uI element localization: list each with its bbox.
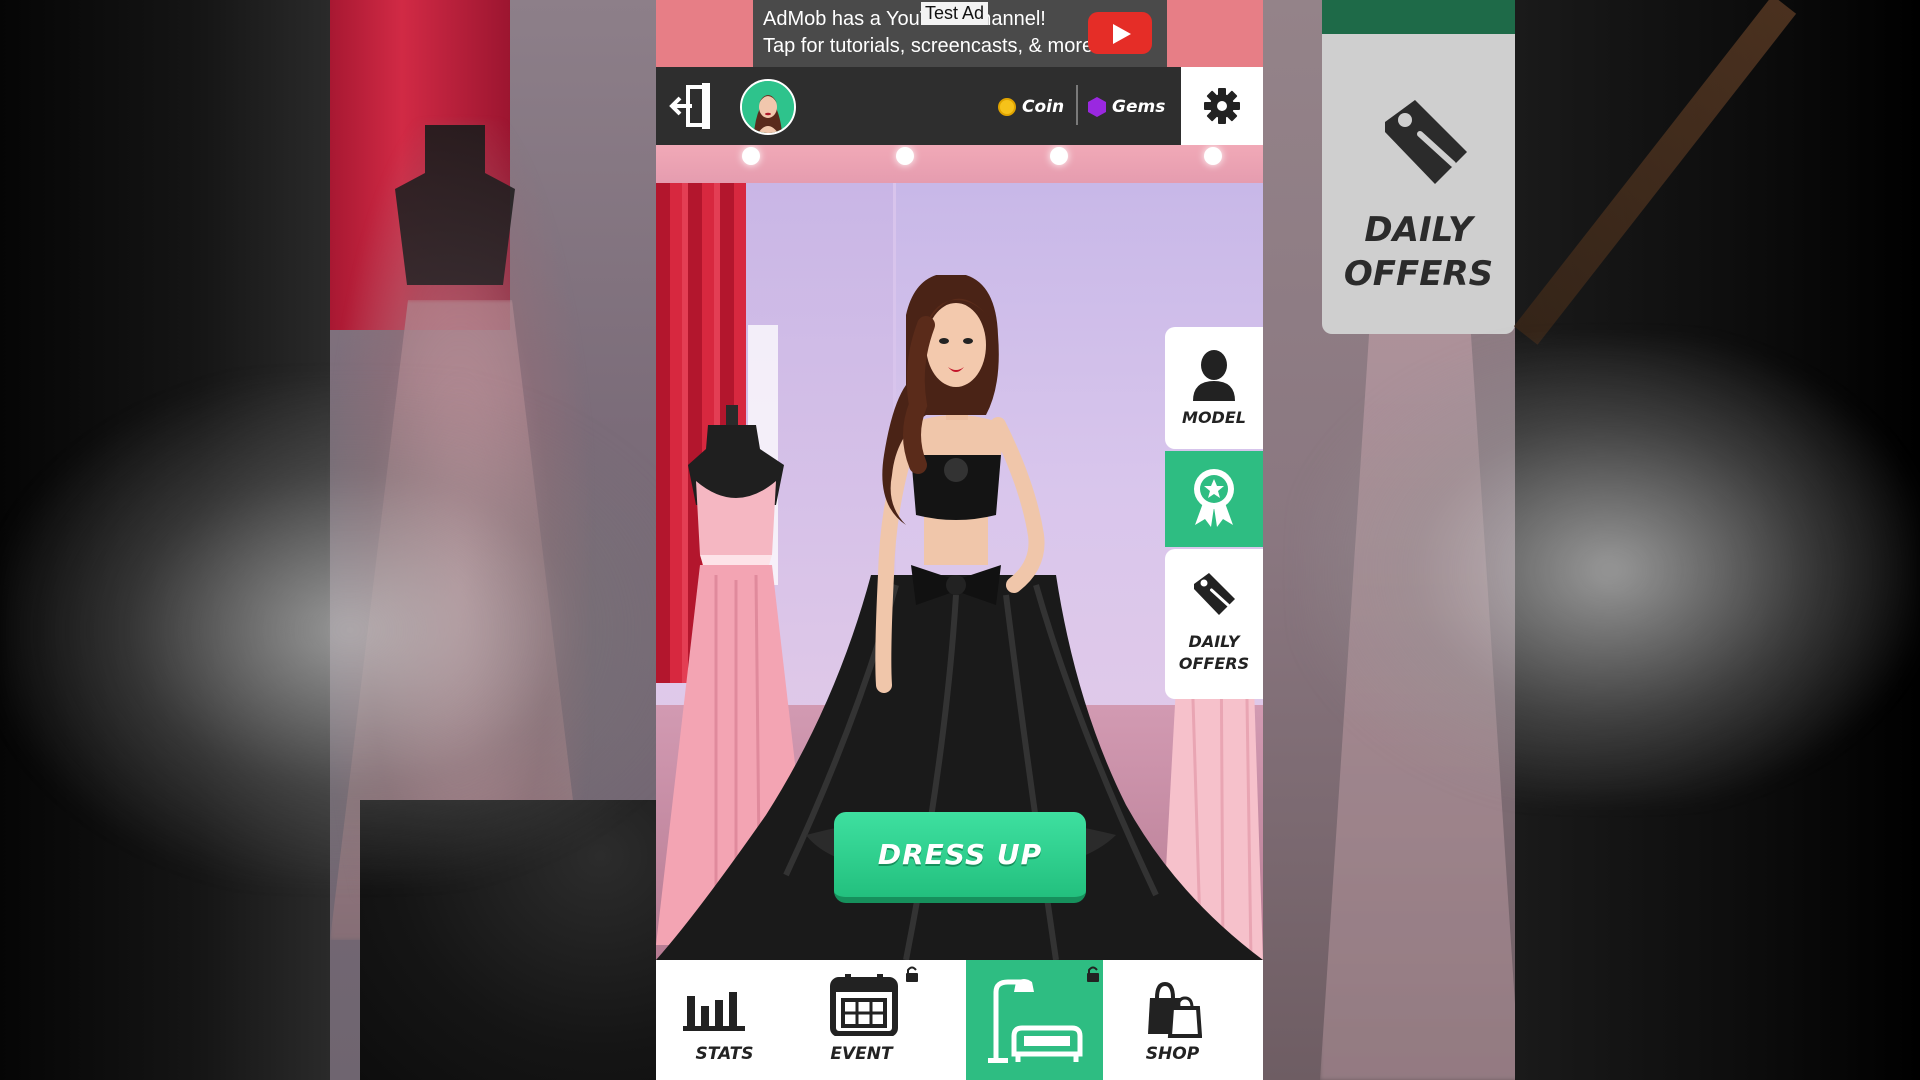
coin-counter[interactable]: Coin bbox=[998, 93, 1064, 121]
light-bulb bbox=[1050, 147, 1068, 165]
game-screen: AdMob has a YouTube channel! Tap for tut… bbox=[656, 0, 1263, 1080]
bottom-nav: STATS EVENT SHOP bbox=[656, 960, 1263, 1080]
nav-shop[interactable]: SHOP bbox=[1104, 960, 1241, 1080]
top-bar: Coin Gems bbox=[656, 67, 1263, 145]
shop-label: SHOP bbox=[1145, 1044, 1200, 1064]
side-menu: MODEL DAILY OFFERS bbox=[1165, 327, 1263, 699]
dress-up-button[interactable]: DRESS UP bbox=[834, 812, 1086, 903]
gear-icon bbox=[1204, 88, 1240, 124]
daily-offers-label-line2: OFFERS bbox=[1178, 654, 1250, 673]
daily-offers-button[interactable]: DAILY OFFERS bbox=[1165, 549, 1263, 699]
achievements-button[interactable] bbox=[1165, 451, 1263, 547]
light-bulb bbox=[1204, 147, 1222, 165]
settings-button[interactable] bbox=[1181, 67, 1263, 145]
nav-event[interactable]: EVENT bbox=[793, 960, 930, 1080]
price-tag-icon bbox=[1194, 573, 1235, 615]
dress-up-label: DRESS UP bbox=[877, 838, 1043, 871]
background-offers-text: DAILY OFFERS bbox=[1343, 210, 1494, 294]
event-label: EVENT bbox=[830, 1044, 893, 1064]
nav-room[interactable] bbox=[966, 960, 1103, 1080]
bar-chart-icon bbox=[683, 992, 745, 1031]
ad-banner[interactable]: AdMob has a YouTube channel! Tap for tut… bbox=[656, 0, 1263, 67]
stats-label: STATS bbox=[695, 1044, 754, 1064]
coin-label: Coin bbox=[1022, 97, 1065, 117]
gem-icon bbox=[1088, 97, 1106, 117]
coin-icon bbox=[998, 98, 1016, 116]
daily-offers-label-line1: DAILY bbox=[1188, 632, 1240, 651]
model-label: MODEL bbox=[1182, 408, 1246, 427]
gems-counter[interactable]: Gems bbox=[1088, 93, 1165, 121]
shopping-bags-icon bbox=[1148, 981, 1202, 1038]
gems-label: Gems bbox=[1112, 97, 1166, 117]
lock-icon bbox=[906, 966, 918, 982]
exit-icon[interactable] bbox=[668, 79, 722, 133]
calendar-icon bbox=[830, 974, 898, 1036]
price-tag-icon bbox=[1385, 100, 1467, 184]
lock-icon bbox=[1087, 966, 1099, 982]
nav-stats[interactable]: STATS bbox=[656, 960, 793, 1080]
award-ribbon-icon bbox=[1194, 469, 1234, 527]
profile-avatar[interactable] bbox=[740, 79, 796, 135]
ad-headline: AdMob has a YouTube channel! bbox=[763, 8, 1046, 30]
ad-subtext: Tap for tutorials, screencasts, & more. bbox=[763, 35, 1099, 57]
lights-strip bbox=[656, 145, 1263, 183]
model-button[interactable]: MODEL bbox=[1165, 327, 1263, 449]
lamp-sofa-icon bbox=[988, 979, 1083, 1063]
ad-box[interactable]: AdMob has a YouTube channel! Tap for tut… bbox=[753, 0, 1167, 67]
avatar-face-icon bbox=[742, 81, 794, 133]
light-bulb bbox=[896, 147, 914, 165]
youtube-icon[interactable] bbox=[1088, 12, 1152, 54]
test-ad-label: Test Ad bbox=[921, 2, 989, 25]
light-bulb bbox=[742, 147, 760, 165]
model-silhouette-icon bbox=[1193, 350, 1235, 401]
